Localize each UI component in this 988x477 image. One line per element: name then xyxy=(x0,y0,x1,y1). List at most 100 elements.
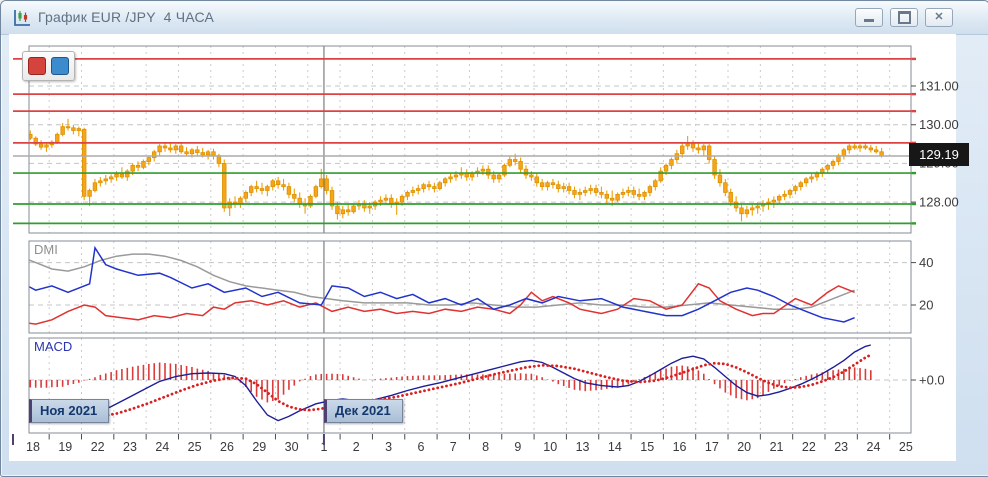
day-label: 30 xyxy=(285,440,299,454)
close-icon: ✕ xyxy=(934,11,944,23)
candle-body xyxy=(297,197,302,205)
candle-body xyxy=(529,174,534,178)
day-label: 24 xyxy=(155,440,169,454)
candle-body xyxy=(523,168,529,176)
candle-body xyxy=(777,195,782,201)
candle-body xyxy=(351,205,356,213)
candle-body xyxy=(275,180,281,186)
close-button[interactable]: ✕ xyxy=(925,8,953,27)
maximize-button[interactable] xyxy=(890,8,918,27)
candle-body xyxy=(636,193,642,197)
candle-body xyxy=(410,190,416,193)
candle-body xyxy=(453,174,459,178)
candle-body xyxy=(599,192,604,195)
candle-body xyxy=(572,190,577,195)
candle-body xyxy=(98,180,103,184)
day-label: 16 xyxy=(673,440,687,454)
day-label: 21 xyxy=(770,440,784,454)
level-stub xyxy=(911,171,916,175)
candle-body xyxy=(631,190,636,195)
candle-body xyxy=(480,168,486,172)
level-stub xyxy=(911,92,916,96)
candle-body xyxy=(642,192,647,197)
candle-body xyxy=(173,145,178,151)
candle-body xyxy=(135,164,141,168)
candle-body xyxy=(873,149,879,153)
candle-body xyxy=(141,161,146,168)
candle-body xyxy=(103,178,108,182)
minimize-icon xyxy=(864,19,874,22)
day-label: 2 xyxy=(353,440,360,454)
candle-body xyxy=(825,164,830,170)
candle-body xyxy=(184,151,189,155)
candle-body xyxy=(292,193,297,199)
candle-body xyxy=(281,184,286,188)
day-label: 17 xyxy=(705,440,719,454)
window-title: График EUR /JPY 4 ЧАСА xyxy=(38,9,215,25)
candle-body xyxy=(189,149,195,155)
maximize-icon xyxy=(897,11,911,24)
day-label: 18 xyxy=(26,440,40,454)
candlestick-chart-icon xyxy=(14,10,30,26)
day-label: 25 xyxy=(899,440,913,454)
candle-body xyxy=(830,161,836,166)
candle-body xyxy=(442,178,448,184)
candle-body xyxy=(87,190,92,197)
current-price-tag: 129.19 xyxy=(909,143,969,166)
candle-body xyxy=(593,188,599,193)
level-stub xyxy=(911,222,916,225)
candle-body xyxy=(195,149,200,153)
day-label: 15 xyxy=(640,440,654,454)
window-controls: ✕ xyxy=(855,8,953,27)
day-label: 23 xyxy=(123,440,137,454)
day-label: 22 xyxy=(802,440,816,454)
candle-body xyxy=(157,145,162,153)
chart-canvas[interactable]: 131.00130.00129.00128.004020+0.018192223… xyxy=(1,34,988,476)
day-label: 26 xyxy=(220,440,234,454)
candle-body xyxy=(626,190,631,193)
candle-body xyxy=(609,197,615,201)
candle-body xyxy=(507,159,513,166)
candle-body xyxy=(254,186,259,189)
dmi-axis-label: 20 xyxy=(919,297,933,312)
panel-border xyxy=(28,45,912,234)
candle-body xyxy=(750,207,755,211)
candle-body xyxy=(690,143,696,149)
candle-body xyxy=(378,199,383,203)
candle-body xyxy=(696,147,701,151)
level-stub xyxy=(911,57,916,61)
candle-body xyxy=(270,180,275,188)
candle-body xyxy=(496,174,502,180)
candle-body xyxy=(782,193,787,197)
candle-body xyxy=(647,186,653,193)
candle-body xyxy=(863,145,868,149)
candle-body xyxy=(249,186,254,193)
candle-body xyxy=(286,186,292,195)
candle-body xyxy=(723,182,728,193)
candle-body xyxy=(550,182,556,186)
candle-body xyxy=(663,164,669,172)
day-label: 23 xyxy=(834,440,848,454)
price-axis-label: 128.00 xyxy=(919,194,959,209)
day-label: 25 xyxy=(188,440,202,454)
blue-series-button[interactable] xyxy=(51,57,69,75)
minimize-button[interactable] xyxy=(855,8,883,27)
title-bar[interactable]: График EUR /JPY 4 ЧАСА ✕ xyxy=(1,1,988,35)
day-label: 29 xyxy=(252,440,266,454)
macd-panel-label: MACD xyxy=(34,339,73,354)
candle-body xyxy=(421,184,426,189)
candle-body xyxy=(114,173,119,178)
candle-body xyxy=(653,180,658,188)
candle-body xyxy=(335,205,340,215)
candle-body xyxy=(669,159,674,166)
candle-body xyxy=(76,128,82,131)
day-label: 6 xyxy=(417,440,424,454)
red-series-button[interactable] xyxy=(28,57,46,75)
candle-body xyxy=(486,168,491,176)
series-legend xyxy=(22,51,75,81)
candle-body xyxy=(399,195,405,203)
candle-body xyxy=(588,188,593,191)
candle-body xyxy=(717,174,723,184)
day-label: 24 xyxy=(867,440,881,454)
day-label: 19 xyxy=(58,440,72,454)
